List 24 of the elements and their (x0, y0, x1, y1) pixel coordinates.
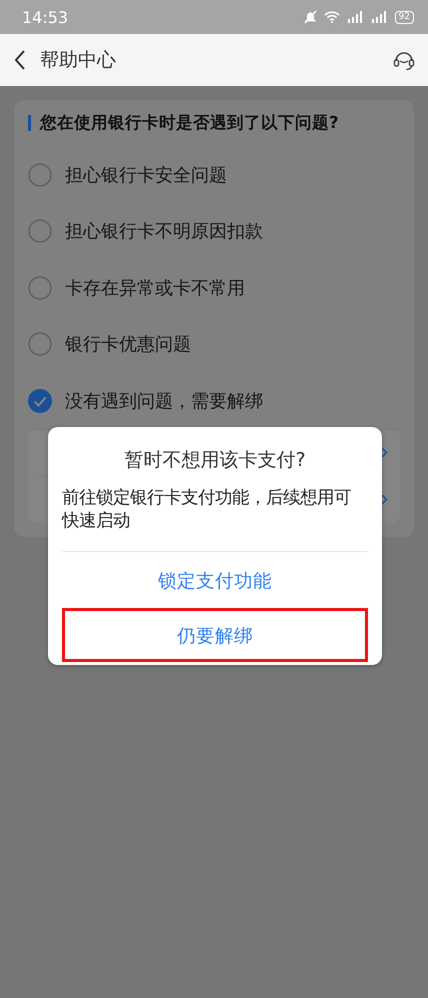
radio-button[interactable] (28, 219, 52, 244)
signal-icon (370, 11, 388, 23)
radio-button[interactable] (28, 276, 52, 300)
question-title: 您在使用银行卡时是否遇到了以下问题? (40, 112, 339, 134)
battery-level: 92 (394, 10, 414, 24)
radio-button[interactable] (28, 162, 52, 187)
option-label: 银行卡优惠问题 (65, 333, 191, 356)
dialog-message: 前往锁定银行卡支付功能，后续想用可快速启动 (62, 487, 352, 533)
page-title: 帮助中心 (40, 48, 117, 73)
option-label: 卡存在异常或卡不常用 (65, 276, 245, 300)
chevron-right-icon (381, 447, 388, 458)
option-label: 担心银行卡安全问题 (65, 164, 227, 187)
radio-checked-icon[interactable] (28, 388, 52, 413)
option-label: 担心银行卡不明原因扣款 (65, 220, 263, 244)
signal-icon (346, 11, 364, 23)
chevron-right-icon (381, 494, 388, 505)
muted-bell-icon (304, 10, 317, 24)
dialog-title: 暂时不想用该卡支付? (123, 448, 307, 473)
wifi-icon (324, 11, 340, 23)
option-label: 没有遇到问题，需要解绑 (65, 390, 263, 413)
radio-button[interactable] (28, 332, 52, 356)
section-marker (28, 115, 31, 131)
dialog-action-button[interactable]: 仍要解绑 (62, 608, 368, 662)
status-time: 14:53 (22, 8, 70, 26)
